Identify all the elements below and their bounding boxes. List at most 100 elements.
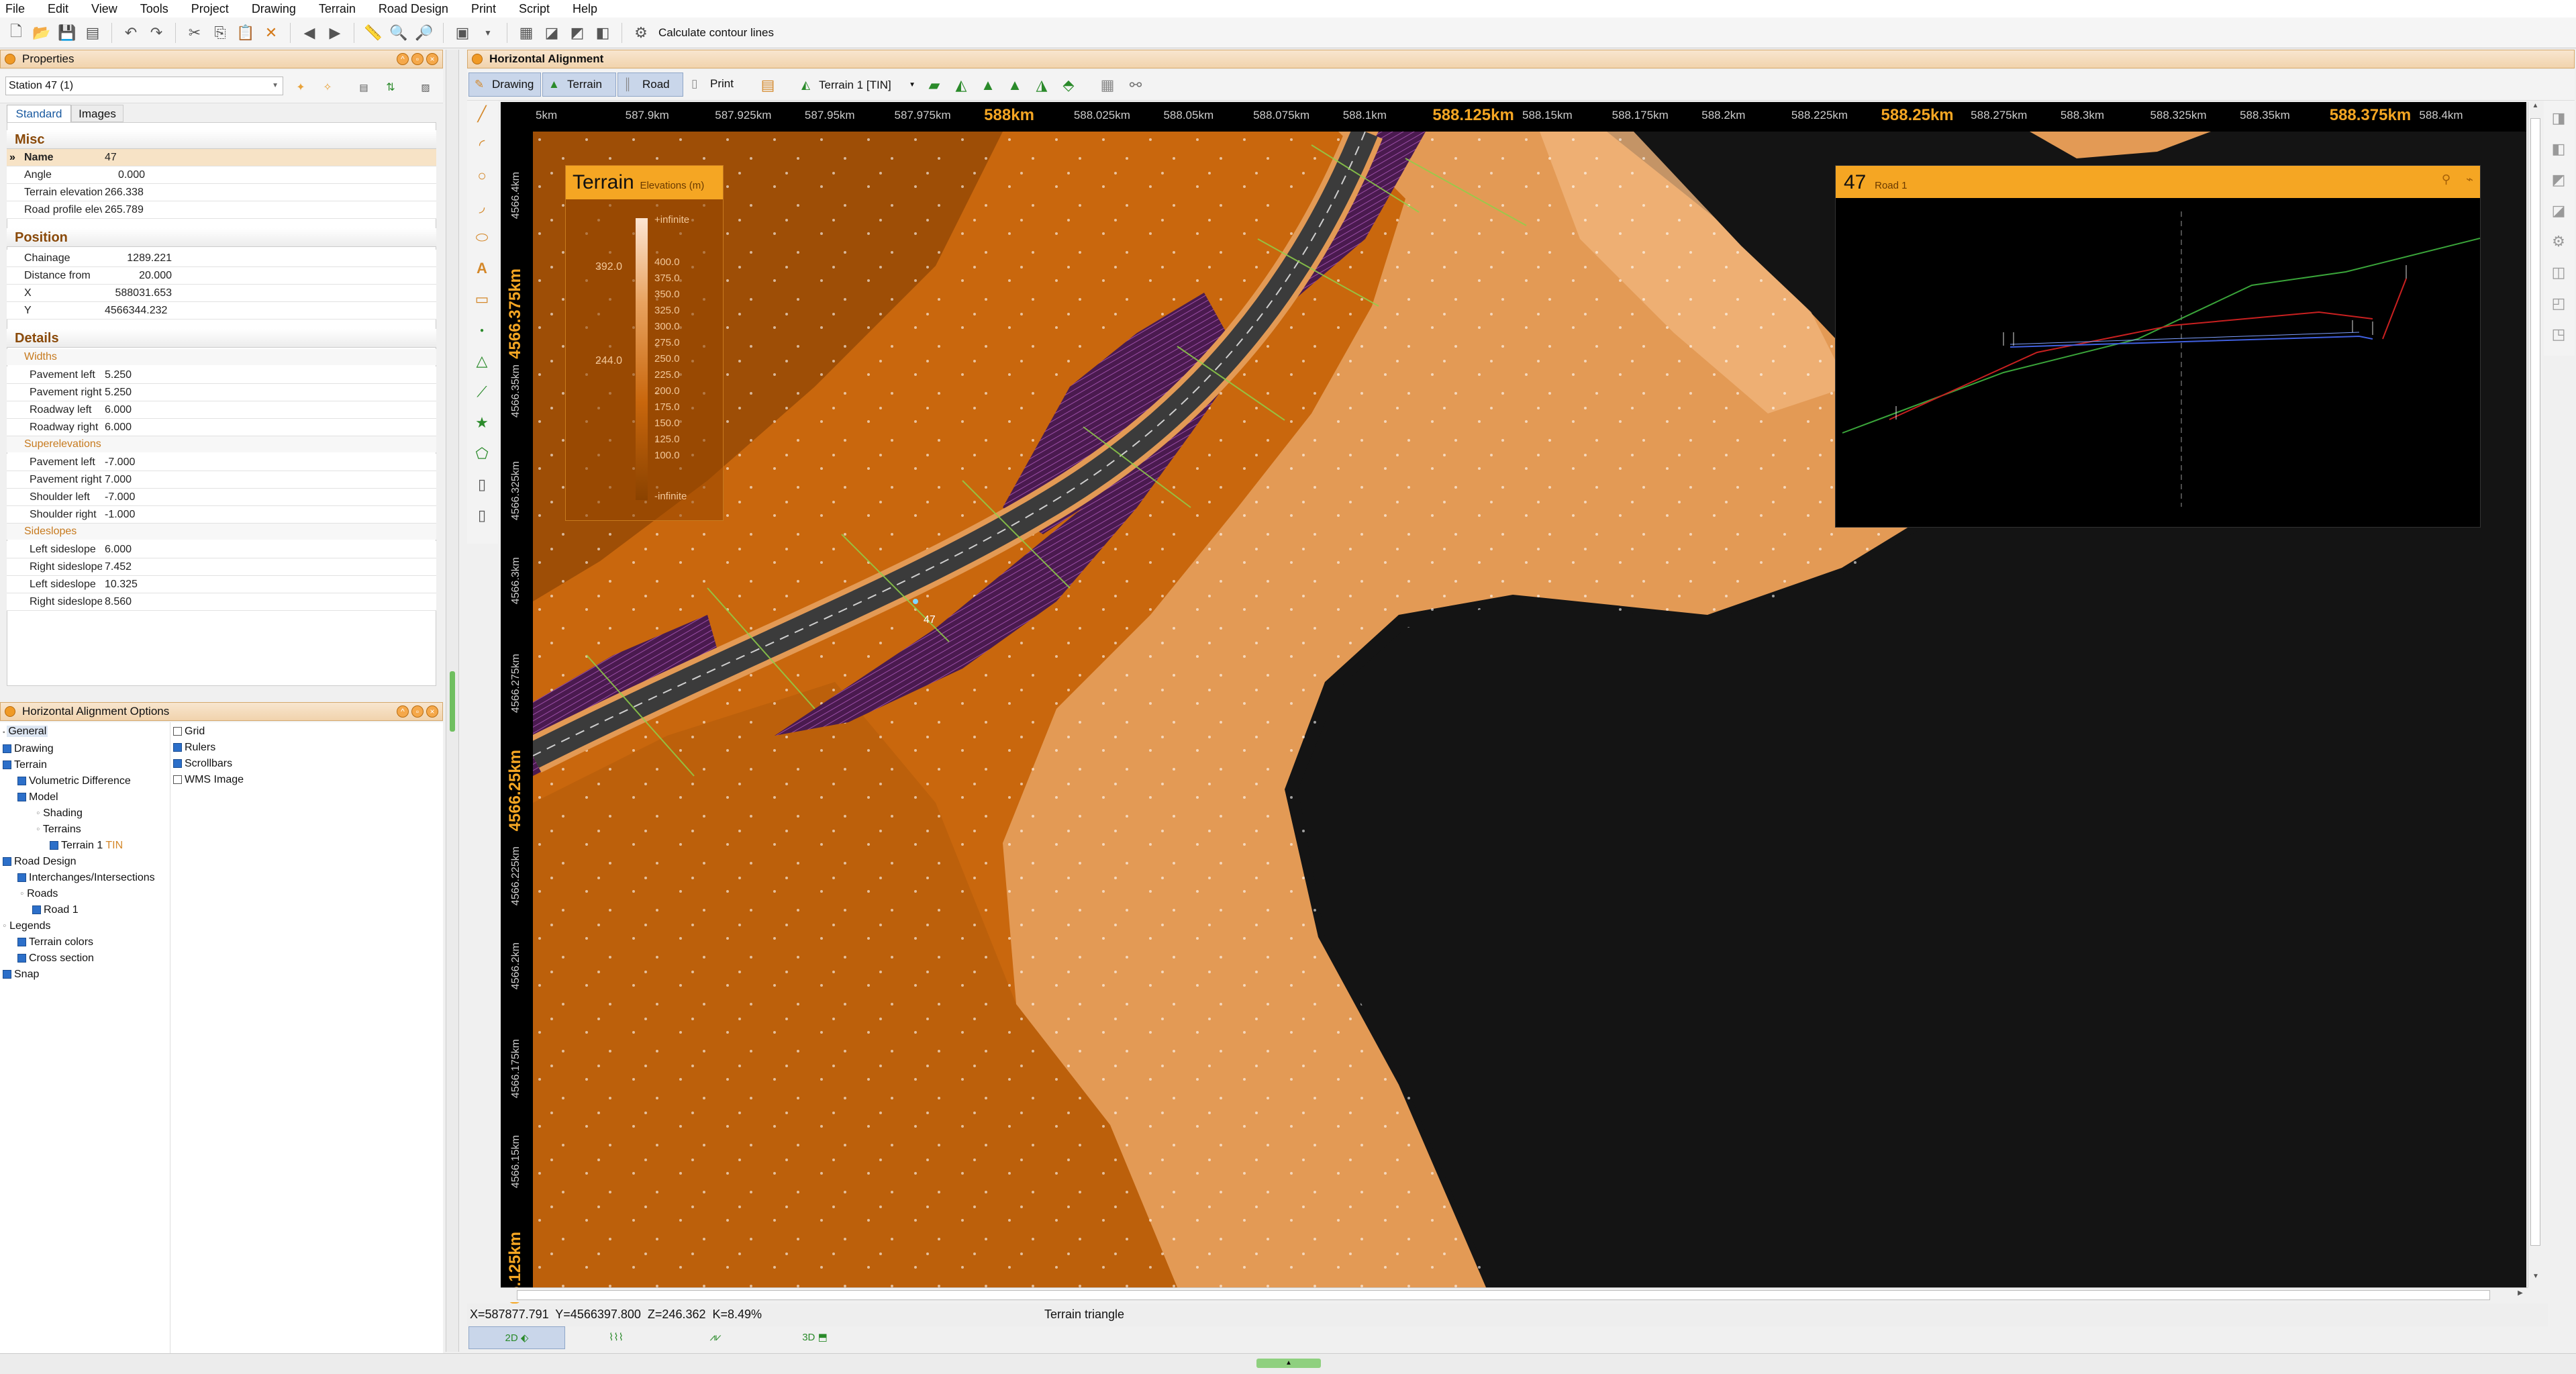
- prop-value[interactable]: 1289.221: [105, 250, 172, 267]
- grid-view-icon[interactable]: ▦: [515, 22, 537, 44]
- favorite-icon[interactable]: ✧: [317, 77, 338, 98]
- checkbox[interactable]: [17, 793, 26, 801]
- line-tool-icon[interactable]: ╱: [471, 103, 493, 125]
- terrain-tool-icon[interactable]: ▰: [924, 75, 945, 96]
- zoom-icon[interactable]: ⚲: [2442, 173, 2450, 187]
- copy-icon[interactable]: ⎘: [209, 22, 231, 44]
- station-marker[interactable]: [913, 599, 918, 604]
- tab-terrain[interactable]: ▲ Terrain: [542, 72, 616, 97]
- terrain-select[interactable]: ◭ Terrain 1 [TIN] ▼: [799, 75, 917, 95]
- prop-value[interactable]: 0.000: [105, 166, 145, 184]
- contour-icon[interactable]: ⚙: [630, 22, 652, 44]
- station-select[interactable]: Station 47 (1) ▼: [5, 77, 283, 95]
- menu-file[interactable]: File: [5, 2, 25, 16]
- prop-row[interactable]: Roadway left 6.000: [7, 401, 436, 419]
- new-file-icon[interactable]: 🗋: [5, 22, 27, 44]
- prop-row[interactable]: Shoulder left -7.000: [7, 489, 436, 506]
- prop-row[interactable]: Terrain elevation 266.338: [7, 184, 436, 201]
- prop-value[interactable]: 10.325: [105, 576, 185, 593]
- prop-row[interactable]: Left sideslope 10.325: [7, 576, 436, 593]
- checkbox[interactable]: [17, 954, 26, 963]
- terrain-tool-icon[interactable]: ◮: [1031, 75, 1052, 96]
- tool-icon[interactable]: ◨: [2548, 107, 2569, 129]
- prop-row[interactable]: X 588031.653: [7, 285, 436, 302]
- group-position[interactable]: Position: [7, 228, 436, 247]
- prop-row[interactable]: Y 4566344.232: [7, 302, 436, 320]
- ruler-icon[interactable]: 📏: [362, 22, 384, 44]
- prop-value[interactable]: 588031.653: [105, 285, 172, 302]
- subgroup-widths[interactable]: Widths: [7, 349, 436, 365]
- tree-item-terrain[interactable]: Terrain: [3, 757, 155, 773]
- checkbox[interactable]: [50, 841, 58, 850]
- tool-icon[interactable]: ◰: [2548, 293, 2569, 314]
- paste-icon[interactable]: 📋: [235, 22, 256, 44]
- open-folder-icon[interactable]: 📂: [31, 22, 52, 44]
- option-grid[interactable]: Grid: [173, 724, 244, 740]
- binoculars-icon[interactable]: ⚯: [1125, 75, 1146, 96]
- prop-row[interactable]: Left sideslope 6.000: [7, 541, 436, 558]
- prop-row[interactable]: Pavement right 5.250: [7, 384, 436, 401]
- tree-item-interchanges[interactable]: Interchanges/Intersections: [3, 870, 155, 886]
- prop-row[interactable]: Chainage 1289.221: [7, 250, 436, 267]
- tab-2d[interactable]: 2D ⬖: [468, 1326, 565, 1349]
- curve-tool-icon[interactable]: ◞: [471, 196, 493, 217]
- checkbox[interactable]: [17, 938, 26, 946]
- arc-tool-icon[interactable]: ◜: [471, 134, 493, 156]
- prop-value[interactable]: 6.000: [105, 541, 185, 558]
- ruler-left[interactable]: 4566.4km 4566.375km 4566.35km 4566.325km 456…: [501, 132, 533, 1322]
- menu-terrain[interactable]: Terrain: [319, 2, 356, 16]
- prop-row[interactable]: » Name 47: [7, 149, 436, 166]
- prop-value[interactable]: -7.000: [105, 489, 185, 506]
- prop-value[interactable]: 4566344.232: [105, 302, 185, 320]
- splitter-handle[interactable]: [450, 671, 455, 732]
- polygon-tool-icon[interactable]: ⬠: [471, 443, 493, 464]
- prop-row[interactable]: Distance from 20.000: [7, 267, 436, 285]
- bottom-splitter-handle[interactable]: ▲: [1256, 1359, 1321, 1368]
- prop-value[interactable]: 6.000: [105, 419, 185, 436]
- vertical-scrollbar[interactable]: ▲ ▼: [2528, 102, 2542, 1287]
- tab-standard[interactable]: Standard: [7, 105, 71, 122]
- prop-row[interactable]: Pavement left -7.000: [7, 454, 436, 471]
- tool-icon[interactable]: ◩: [2548, 169, 2569, 191]
- menu-print[interactable]: Print: [471, 2, 496, 16]
- prop-row[interactable]: Pavement right 7.000: [7, 471, 436, 489]
- delete-icon[interactable]: ✕: [260, 22, 282, 44]
- subgroup-superelevations[interactable]: Superelevations: [7, 436, 436, 452]
- zoom-extent-icon[interactable]: 🔎: [413, 22, 435, 44]
- rectangle-tool-icon[interactable]: ▭: [471, 289, 493, 310]
- menu-tools[interactable]: Tools: [140, 2, 168, 16]
- tool-icon[interactable]: ◧: [2548, 138, 2569, 160]
- prop-row[interactable]: Roadway right 6.000: [7, 419, 436, 436]
- add-icon[interactable]: ✦: [290, 77, 311, 98]
- cross-section-plot[interactable]: [1836, 198, 2481, 527]
- circle-tool-icon[interactable]: ○: [471, 165, 493, 187]
- tree-item-legends[interactable]: ◦ Legends: [3, 918, 155, 934]
- menu-script[interactable]: Script: [519, 2, 550, 16]
- tree-item-terrains[interactable]: ◦ Terrains: [3, 822, 155, 838]
- calculate-contour-lines-button[interactable]: Calculate contour lines: [658, 26, 774, 40]
- back-icon[interactable]: ◀: [299, 22, 320, 44]
- triangle-tool-icon[interactable]: △: [471, 350, 493, 372]
- checkbox[interactable]: [17, 873, 26, 882]
- chart-view-icon[interactable]: ◪: [541, 22, 562, 44]
- option-rulers[interactable]: Rulers: [173, 740, 244, 756]
- tree-item-cross-section[interactable]: Cross section: [3, 950, 155, 967]
- tool-icon[interactable]: ◳: [2548, 324, 2569, 345]
- redo-icon[interactable]: ↷: [146, 22, 167, 44]
- settings-icon[interactable]: ▨: [415, 77, 436, 98]
- prop-value[interactable]: 5.250: [105, 366, 185, 384]
- layer-icon[interactable]: ▤: [757, 75, 779, 96]
- menu-project[interactable]: Project: [191, 2, 229, 16]
- prop-value[interactable]: 6.000: [105, 401, 185, 419]
- menu-road-design[interactable]: Road Design: [379, 2, 448, 16]
- group-misc[interactable]: Misc: [7, 130, 436, 149]
- page-tool-icon[interactable]: ▯: [471, 474, 493, 495]
- tree-item-drawing[interactable]: Drawing: [3, 741, 155, 757]
- restore-icon[interactable]: ▫: [411, 53, 424, 65]
- checkbox[interactable]: [173, 727, 182, 736]
- tab-profile[interactable]: ⌇⌇⌇: [568, 1326, 664, 1349]
- terrain-tool-icon[interactable]: ▲: [977, 75, 999, 96]
- tree-item-road-1[interactable]: Road 1: [3, 902, 155, 918]
- save-all-icon[interactable]: ▤: [82, 22, 103, 44]
- prop-row[interactable]: Angle 0.000: [7, 166, 436, 184]
